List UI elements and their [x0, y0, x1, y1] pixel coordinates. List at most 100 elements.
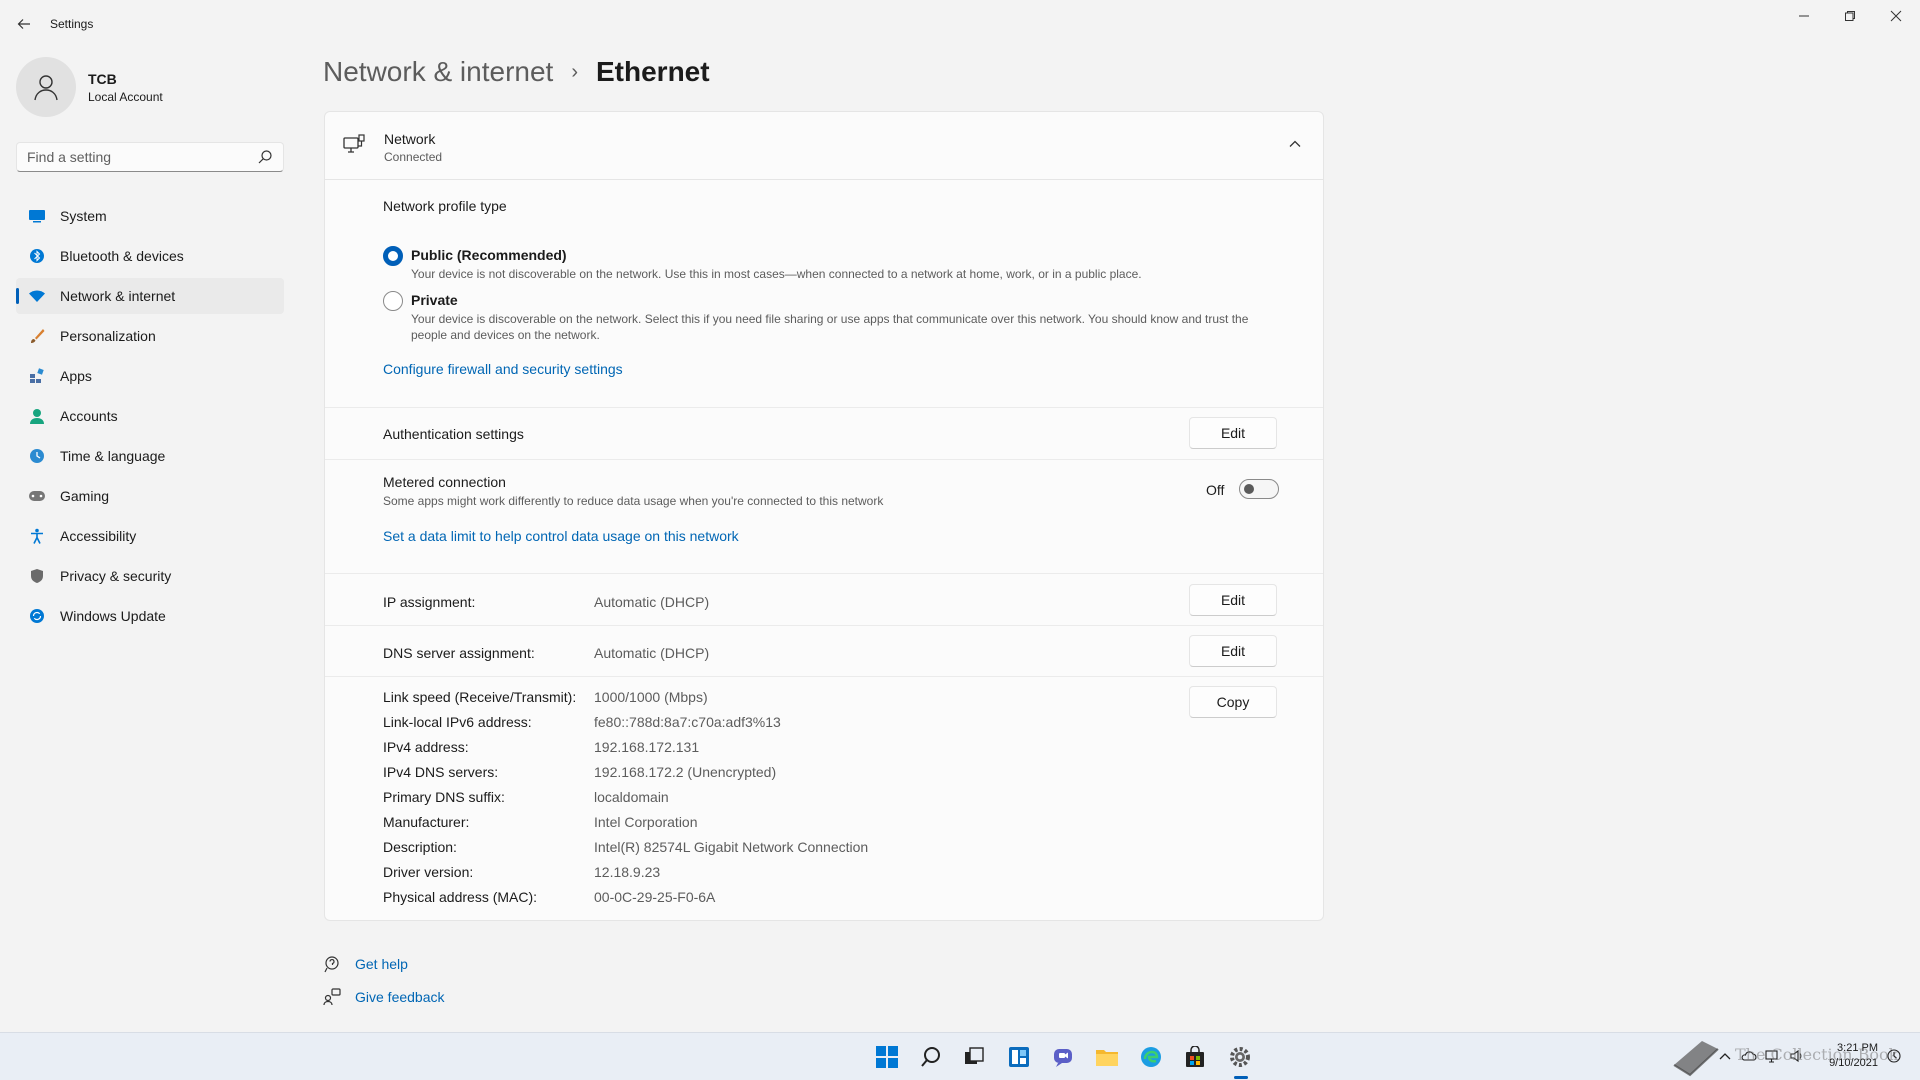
sidebar-item-label: Bluetooth & devices: [60, 248, 184, 264]
sidebar-item-bluetooth-devices[interactable]: Bluetooth & devices: [16, 238, 284, 274]
link-speed-label: Link speed (Receive/Transmit):: [383, 689, 577, 705]
configure-firewall-link[interactable]: Configure firewall and security settings: [383, 361, 623, 377]
sidebar-item-windows-update[interactable]: Windows Update: [16, 598, 284, 634]
metered-connection-description: Some apps might work differently to redu…: [383, 494, 884, 508]
give-feedback-link[interactable]: Give feedback: [323, 988, 445, 1006]
clock-time: 3:21 PM: [1837, 1042, 1878, 1054]
mac-address-value: 00-0C-29-25-F0-6A: [594, 889, 716, 905]
taskbar: The Collection Book 3:21 PM 9/10/2021: [0, 1032, 1920, 1080]
sidebar-item-accessibility[interactable]: Accessibility: [16, 518, 284, 554]
bluetooth-icon: [28, 247, 46, 265]
link-speed-value: 1000/1000 (Mbps): [594, 689, 708, 705]
dns-assignment-label: DNS server assignment:: [383, 645, 535, 661]
sidebar-item-network-internet[interactable]: Network & internet: [16, 278, 284, 314]
network-card-header[interactable]: Network Connected: [325, 112, 1323, 180]
divider: [325, 459, 1323, 460]
description-value: Intel(R) 82574L Gigabit Network Connecti…: [594, 839, 869, 855]
metered-connection-label: Metered connection: [383, 474, 506, 490]
ipv4-dns-label: IPv4 DNS servers:: [383, 764, 499, 780]
public-radio-description: Your device is not discoverable on the n…: [411, 267, 1142, 281]
search-icon[interactable]: [257, 149, 273, 165]
feedback-icon: [323, 988, 341, 1006]
person-icon: [34, 75, 58, 101]
title-bar: Settings: [0, 0, 1920, 48]
file-explorer-icon[interactable]: [1093, 1043, 1121, 1071]
search-input[interactable]: [27, 149, 247, 165]
copy-button[interactable]: Copy: [1189, 686, 1277, 718]
breadcrumb-parent[interactable]: Network & internet: [323, 56, 553, 88]
settings-icon[interactable]: [1226, 1043, 1254, 1071]
clock[interactable]: 3:21 PM 9/10/2021: [1822, 1041, 1878, 1071]
public-radio-label[interactable]: Public (Recommended): [411, 247, 567, 263]
get-help-label[interactable]: Get help: [355, 956, 408, 972]
data-limit-link[interactable]: Set a data limit to help control data us…: [383, 528, 739, 544]
public-radio[interactable]: [383, 246, 403, 266]
sidebar-item-personalization[interactable]: Personalization: [16, 318, 284, 354]
driver-version-label: Driver version:: [383, 864, 474, 880]
ipv6-value: fe80::788d:8a7:c70a:adf3%13: [594, 714, 781, 730]
chevron-up-icon[interactable]: [1287, 136, 1303, 152]
search-box[interactable]: [16, 142, 284, 172]
task-view-icon[interactable]: [960, 1043, 988, 1071]
sidebar-item-apps[interactable]: Apps: [16, 358, 284, 394]
network-profile-type-label: Network profile type: [383, 198, 507, 214]
toggle-knob: [1244, 484, 1254, 494]
back-arrow-icon[interactable]: [14, 12, 34, 36]
sidebar-item-label: Network & internet: [60, 288, 176, 304]
shield-icon: [28, 567, 46, 585]
sidebar-item-gaming[interactable]: Gaming: [16, 478, 284, 514]
sidebar-item-label: Privacy & security: [60, 568, 172, 584]
divider: [325, 573, 1323, 574]
profile-account-type: Local Account: [88, 90, 163, 104]
dns-suffix-value: localdomain: [594, 789, 669, 805]
sidebar-item-accounts[interactable]: Accounts: [16, 398, 284, 434]
help-icon: [324, 956, 339, 973]
private-radio[interactable]: [383, 291, 403, 311]
sidebar-item-label: Accessibility: [60, 528, 137, 544]
sidebar-item-time-language[interactable]: Time & language: [16, 438, 284, 474]
give-feedback-label[interactable]: Give feedback: [355, 989, 445, 1005]
start-icon[interactable]: [873, 1043, 901, 1071]
close-button[interactable]: [1873, 0, 1919, 32]
restore-button[interactable]: [1827, 0, 1873, 32]
metered-toggle-state: Off: [1206, 482, 1225, 498]
sidebar-nav: System Bluetooth & devices Network & int…: [16, 198, 284, 638]
manufacturer-label: Manufacturer:: [383, 814, 470, 830]
ip-assignment-label: IP assignment:: [383, 594, 476, 610]
ip-assignment-value: Automatic (DHCP): [594, 594, 710, 610]
clock-date: 9/10/2021: [1829, 1057, 1878, 1069]
sidebar-item-system[interactable]: System: [16, 198, 284, 234]
widgets-icon[interactable]: [1005, 1043, 1033, 1071]
sidebar-item-label: Accounts: [60, 408, 118, 424]
dns-assignment-value: Automatic (DHCP): [594, 645, 710, 661]
minimize-button[interactable]: [1781, 0, 1827, 32]
dns-edit-button[interactable]: Edit: [1189, 635, 1277, 667]
driver-version-value: 12.18.9.23: [594, 864, 661, 880]
notification-icon[interactable]: [1886, 1048, 1902, 1064]
private-radio-label[interactable]: Private: [411, 292, 458, 308]
chat-icon[interactable]: [1049, 1043, 1077, 1071]
ipv4-dns-value: 192.168.172.2 (Unencrypted): [594, 764, 777, 780]
store-icon[interactable]: [1181, 1043, 1209, 1071]
profile-name: TCB: [88, 71, 117, 87]
user-profile[interactable]: TCB Local Account: [16, 57, 296, 121]
globe-clock-icon: [28, 447, 46, 465]
divider: [325, 676, 1323, 677]
sidebar-item-label: Personalization: [60, 328, 156, 344]
ipv4-label: IPv4 address:: [383, 739, 469, 755]
active-app-indicator: [1234, 1076, 1248, 1079]
ipv4-value: 192.168.172.131: [594, 739, 700, 755]
ip-edit-button[interactable]: Edit: [1189, 584, 1277, 616]
search-icon[interactable]: [917, 1043, 945, 1071]
apps-icon: [28, 367, 46, 385]
ethernet-icon: [343, 134, 365, 153]
auth-edit-button[interactable]: Edit: [1189, 417, 1277, 449]
get-help-link[interactable]: Get help: [323, 955, 408, 973]
sidebar-item-privacy-security[interactable]: Privacy & security: [16, 558, 284, 594]
network-title: Network: [384, 131, 436, 147]
breadcrumb: Network & internet › Ethernet: [323, 56, 710, 88]
metered-connection-toggle[interactable]: [1239, 479, 1279, 499]
edge-icon[interactable]: [1137, 1043, 1165, 1071]
sidebar-item-label: System: [60, 208, 107, 224]
sidebar-item-label: Windows Update: [60, 608, 166, 624]
